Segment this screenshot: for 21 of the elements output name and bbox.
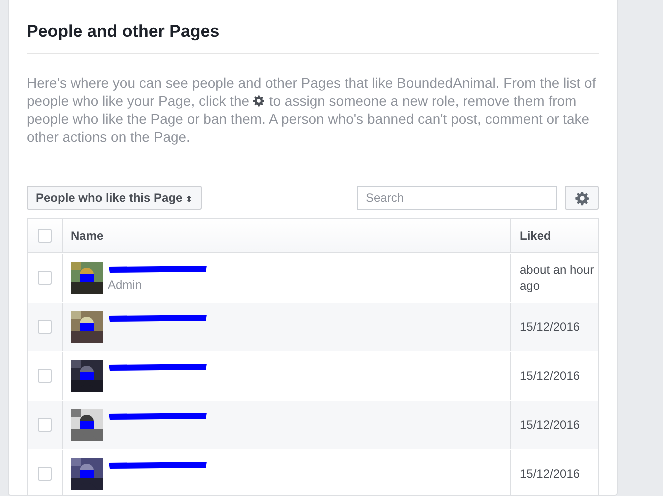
column-header: Liked — [520, 228, 552, 242]
description-text: Here's where you can see people and other Pages that like BoundedAnimal. From the list of people who like your Page, click the to assign someone a new role, remove them from people who like the Page or ban them. A person who's banned can't post, comment or take other actions on the Page. — [27, 74, 598, 146]
role-label: Admin — [108, 278, 144, 292]
row-checkbox[interactable] — [38, 320, 52, 334]
liked-date: about an hour ago — [520, 262, 596, 294]
search-field[interactable]: Search — [357, 186, 557, 210]
gear-icon — [253, 95, 266, 107]
liked-date: 15/12/2016 — [520, 319, 580, 335]
row-checkbox[interactable] — [38, 271, 52, 285]
filter-dropdown[interactable]: People who like this Page ⬍ — [27, 186, 202, 210]
row-checkbox[interactable] — [38, 418, 52, 432]
section-title: People and other Pages — [27, 20, 599, 54]
select-all-checkbox[interactable] — [38, 228, 52, 242]
liked-date: 15/12/2016 — [520, 417, 580, 433]
row-checkbox[interactable] — [38, 369, 52, 383]
settings-icon — [574, 190, 590, 206]
liked-date: 15/12/2016 — [520, 466, 580, 482]
column-header: Name — [71, 228, 104, 242]
settings-button[interactable] — [565, 186, 599, 210]
row-checkbox[interactable] — [38, 467, 52, 481]
liked-date: 15/12/2016 — [520, 368, 580, 384]
